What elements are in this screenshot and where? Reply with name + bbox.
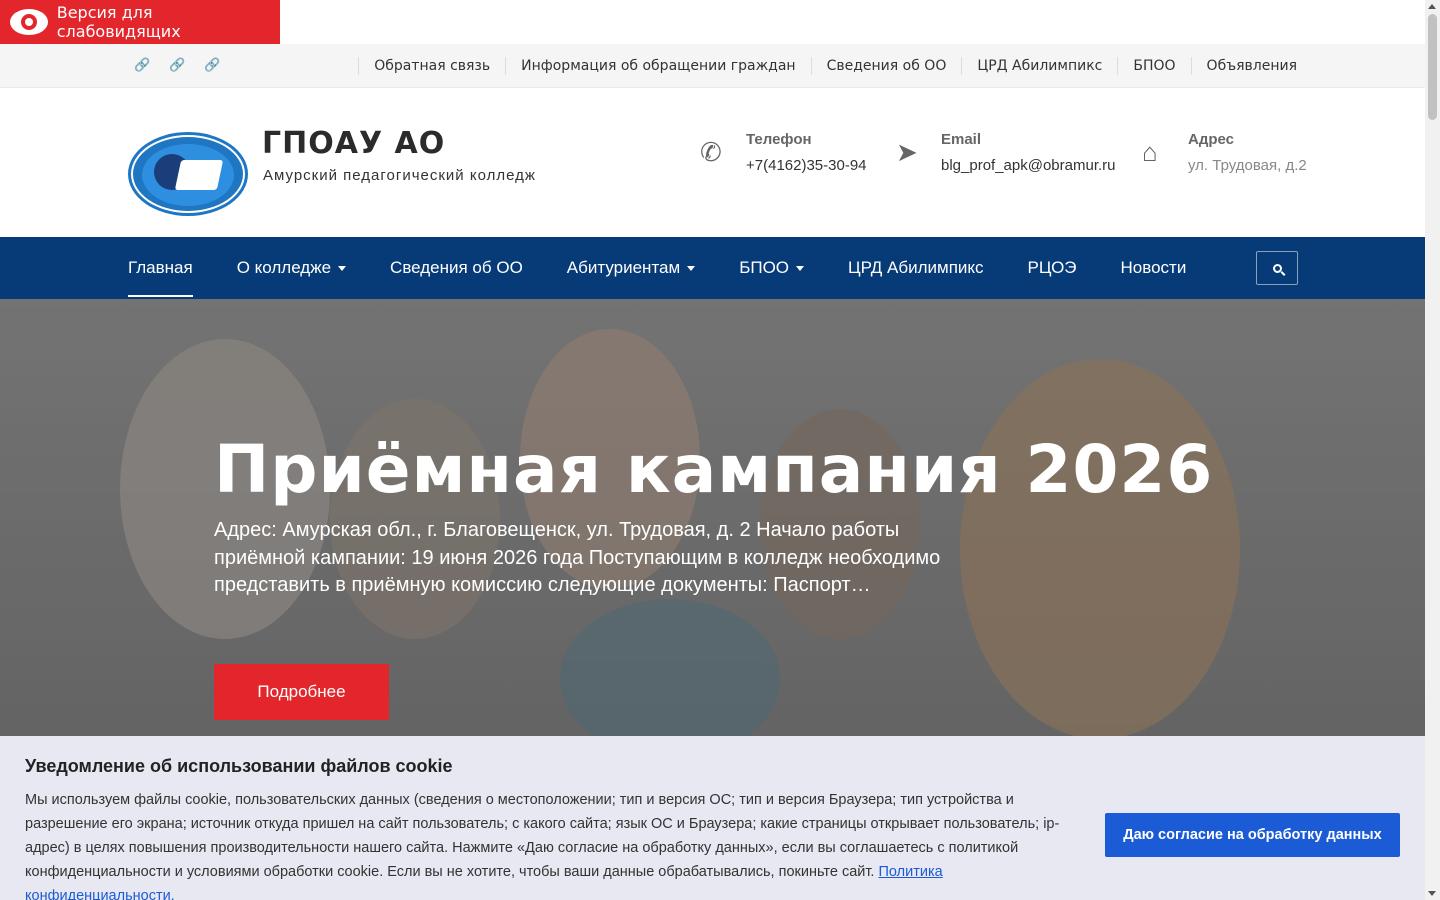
nav-item-rcoe[interactable]: РЦОЭ [1028,237,1077,299]
site-subtitle: Амурский педагогический колледж [263,167,536,184]
nav-item-info-oo[interactable]: Сведения об ОО [390,237,523,299]
link-icon[interactable]: 🔗 [134,57,150,72]
toplink-announcements[interactable]: Объявления [1190,57,1297,75]
toplink-info-oo[interactable]: Сведения об ОО [810,57,962,75]
site-header: ГПОАУ АО Амурский педагогический колледж… [0,88,1425,237]
top-bar: 🔗 🔗 🔗 Обратная связь Информация об обращ… [0,44,1425,88]
contact-address-title: Адрес [1188,131,1235,148]
low-vision-label: Версия для слабовидящих [56,3,181,41]
hero-title: Приёмная кампания 2026 [214,431,1214,508]
scroll-down-icon[interactable] [1428,891,1436,896]
cookie-title: Уведомление об использовании файлов cook… [25,756,453,776]
nav-item-news[interactable]: Новости [1121,237,1187,299]
top-links: Обратная связь Информация об обращении г… [358,44,1297,88]
caret-down-icon [796,265,805,271]
phone-icon: ✆ [700,137,722,167]
more-button[interactable]: Подробнее [214,664,389,720]
paper-plane-icon: ➤ [896,137,918,167]
nav-item-home[interactable]: Главная [128,237,193,299]
site-title[interactable]: ГПОАУ АО [262,126,445,161]
toplink-feedback[interactable]: Обратная связь [358,57,505,75]
toplink-citizen-appeals[interactable]: Информация об обращении граждан [505,57,810,75]
hero-text: Адрес: Амурская обл., г. Благовещенск, у… [214,519,941,596]
nav-item-about[interactable]: О колледже [237,237,347,299]
scroll-up-icon[interactable] [1428,4,1436,9]
nav-item-applicants[interactable]: Абитуриентам [567,237,696,299]
contact-phone-title: Телефон [746,131,812,148]
hero-slider: Приёмная кампания 2026 Адрес: Амурская о… [0,299,1425,739]
main-navigation: Главная О колледже Сведения об ОО Абитур… [0,237,1425,299]
caret-down-icon [687,265,696,271]
search-button[interactable] [1256,251,1298,285]
contact-phone-value: +7(4162)35-30-94 [746,157,867,174]
contact-email-value: blg_prof_apk@obramur.ru [941,157,1116,174]
nav-item-bpoo[interactable]: БПОО [739,237,805,299]
cookie-banner: Уведомление об использовании файлов cook… [0,736,1425,900]
page-scrollbar[interactable] [1425,0,1440,900]
link-icon[interactable]: 🔗 [204,57,220,72]
cookie-text: Мы используем файлы cookie, пользователь… [25,788,1075,900]
cookie-consent-button[interactable]: Даю согласие на обработку данных [1105,813,1400,857]
eye-icon [10,9,48,35]
college-logo[interactable] [128,132,248,216]
toplink-bpoo[interactable]: БПОО [1117,57,1190,75]
scrollbar-thumb[interactable] [1428,14,1437,120]
link-icon[interactable]: 🔗 [169,57,185,72]
social-links: 🔗 🔗 🔗 [134,57,220,72]
caret-down-icon [338,265,347,271]
search-icon [1272,263,1282,273]
toplink-abilympics[interactable]: ЦРД Абилимпикс [961,57,1117,75]
home-icon: ⌂ [1142,137,1158,167]
contact-email-title: Email [941,131,982,148]
low-vision-version-button[interactable]: Версия для слабовидящих [0,0,280,44]
nav-item-abilympics[interactable]: ЦРД Абилимпикс [848,237,984,299]
contact-address-value: ул. Трудовая, д.2 [1188,157,1307,174]
